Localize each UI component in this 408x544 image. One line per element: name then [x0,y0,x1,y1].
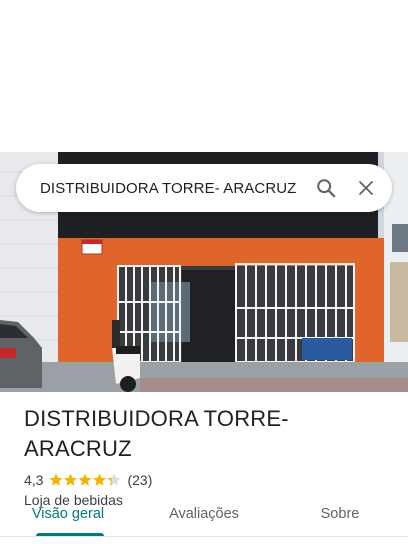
star-icon [64,473,78,486]
place-tabs: Visão geral Avaliações Sobre [0,496,408,536]
rating-value: 4,3 [24,472,44,488]
star-icon [93,473,107,486]
rating-stars [49,473,121,487]
search-query-text[interactable]: DISTRIBUIDORA TORRE- ARACRUZ [40,180,306,197]
star-icon [79,473,92,486]
aviso-sign [81,239,103,255]
review-count[interactable]: (23) [127,472,152,488]
close-icon[interactable] [346,168,386,208]
search-icon[interactable] [306,168,346,208]
star-icon [108,473,121,486]
tabs-divider [0,536,408,537]
tab-sobre[interactable]: Sobre [272,496,408,536]
place-info: DISTRIBUIDORA TORRE- ARACRUZ 4,3 (23) Lo… [24,404,392,508]
tab-avaliacoes[interactable]: Avaliações [136,496,272,536]
tab-visao-geral[interactable]: Visão geral [0,496,136,536]
search-bar[interactable]: DISTRIBUIDORA TORRE- ARACRUZ [16,164,392,212]
place-title: DISTRIBUIDORA TORRE- ARACRUZ [24,406,289,461]
rating-row[interactable]: 4,3 (23) [24,472,392,488]
star-icon [50,473,63,486]
